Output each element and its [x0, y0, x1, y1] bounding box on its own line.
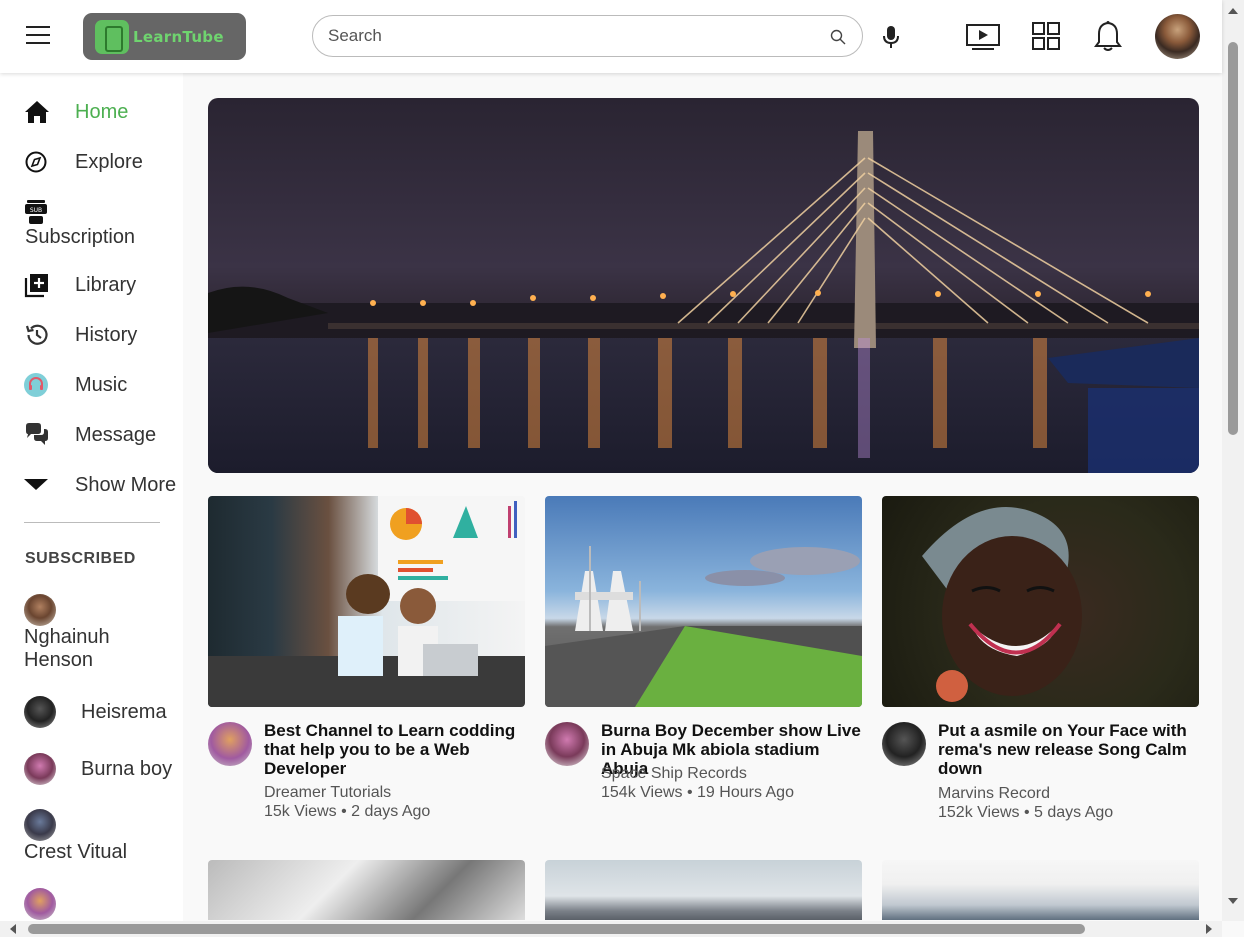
- subscription-icon: SUB: [25, 200, 47, 224]
- chat-icon: [26, 423, 48, 445]
- sidebar-item-heisrema[interactable]: Heisrema: [81, 701, 167, 724]
- video-title[interactable]: Put a asmile on Your Face with rema's ne…: [938, 721, 1198, 778]
- home-icon: [25, 101, 49, 123]
- logo-mark-icon: [95, 19, 129, 54]
- channel-avatar[interactable]: [208, 722, 252, 766]
- smiling-woman-image: [922, 507, 1082, 702]
- sidebar-item-label: Subscription: [25, 226, 136, 248]
- avatar[interactable]: [24, 594, 56, 626]
- video-meta: 154k Views • 19 Hours Ago: [601, 784, 794, 801]
- horizontal-scroll-thumb[interactable]: [28, 924, 1085, 934]
- scroll-right-arrow-icon[interactable]: [1206, 924, 1212, 934]
- sidebar-item-label: Show More: [75, 474, 177, 496]
- sidebar-item-crest-vitual[interactable]: Crest Vitual: [24, 841, 127, 864]
- channel-avatar[interactable]: [545, 722, 589, 766]
- sidebar-item-label: Library: [75, 274, 137, 296]
- search-bar: [312, 15, 863, 57]
- bridge-night-image: [208, 131, 1199, 473]
- search-input[interactable]: [328, 26, 808, 46]
- video-thumbnail[interactable]: [545, 496, 862, 707]
- scroll-down-arrow-icon[interactable]: [1228, 898, 1238, 904]
- caret-down-icon: [24, 479, 48, 490]
- video-card[interactable]: Burna Boy December show Live in Abuja Mk…: [545, 496, 862, 801]
- video-title[interactable]: Best Channel to Learn codding that help …: [264, 721, 524, 778]
- user-avatar[interactable]: [1155, 14, 1200, 59]
- video-thumbnail[interactable]: [208, 860, 525, 920]
- sidebar-divider: [24, 522, 160, 523]
- channel-name[interactable]: Marvins Record: [938, 785, 1050, 803]
- headphones-icon: [24, 373, 48, 397]
- scroll-left-arrow-icon[interactable]: [10, 924, 16, 934]
- sidebar-item-label: Explore: [75, 151, 143, 173]
- video-play-icon[interactable]: [966, 23, 1000, 51]
- menu-icon[interactable]: [26, 26, 50, 46]
- subscribed-heading: SUBSCRIBED: [25, 550, 136, 567]
- horizontal-scrollbar[interactable]: [0, 921, 1222, 937]
- logo[interactable]: LearnTube: [83, 13, 246, 60]
- avatar[interactable]: [24, 888, 56, 920]
- abuja-road-image: [545, 546, 862, 707]
- library-add-icon: [24, 274, 48, 298]
- sidebar-item-nghainuh-henson[interactable]: Nghainuh Henson: [24, 626, 174, 672]
- video-thumbnail[interactable]: [545, 860, 862, 920]
- search-icon[interactable]: [830, 29, 846, 45]
- history-icon: [25, 324, 48, 345]
- video-thumbnail[interactable]: [882, 860, 1199, 920]
- sidebar-item-label: Home: [75, 101, 129, 123]
- avatar[interactable]: [24, 696, 56, 728]
- sidebar-item-label: History: [75, 324, 138, 346]
- video-card[interactable]: Best Channel to Learn codding that help …: [208, 496, 525, 820]
- top-header: LearnTube: [0, 0, 1222, 73]
- microphone-icon[interactable]: [881, 24, 901, 50]
- channel-name[interactable]: Space Ship Records: [601, 765, 747, 783]
- office-meeting-image: [208, 496, 525, 707]
- bell-icon[interactable]: [1094, 20, 1122, 52]
- hero-banner[interactable]: [208, 98, 1199, 473]
- sidebar-item-label: Music: [75, 374, 128, 396]
- channel-name[interactable]: Dreamer Tutorials: [264, 784, 391, 802]
- video-card[interactable]: Put a asmile on Your Face with rema's ne…: [882, 496, 1199, 821]
- sidebar-item-label: Message: [75, 424, 157, 446]
- channel-avatar[interactable]: [882, 722, 926, 766]
- sidebar-item-burna-boy[interactable]: Burna boy: [81, 758, 172, 781]
- compass-icon: [25, 151, 47, 173]
- sidebar: Home Explore SUB Subscription Library Hi…: [0, 73, 183, 921]
- avatar[interactable]: [24, 809, 56, 841]
- scroll-up-arrow-icon[interactable]: [1228, 8, 1238, 14]
- video-thumbnail[interactable]: [882, 496, 1199, 707]
- video-meta: 152k Views • 5 days Ago: [938, 804, 1114, 821]
- main-content: Best Channel to Learn codding that help …: [183, 73, 1222, 921]
- svg-text:SUB: SUB: [30, 207, 42, 214]
- vertical-scrollbar[interactable]: [1222, 0, 1244, 921]
- avatar[interactable]: [24, 753, 56, 785]
- vertical-scroll-thumb[interactable]: [1228, 42, 1238, 435]
- logo-text: LearnTube: [133, 27, 224, 46]
- video-meta: 15k Views • 2 days Ago: [264, 803, 431, 820]
- video-thumbnail[interactable]: [208, 496, 525, 707]
- apps-grid-icon[interactable]: [1032, 22, 1060, 50]
